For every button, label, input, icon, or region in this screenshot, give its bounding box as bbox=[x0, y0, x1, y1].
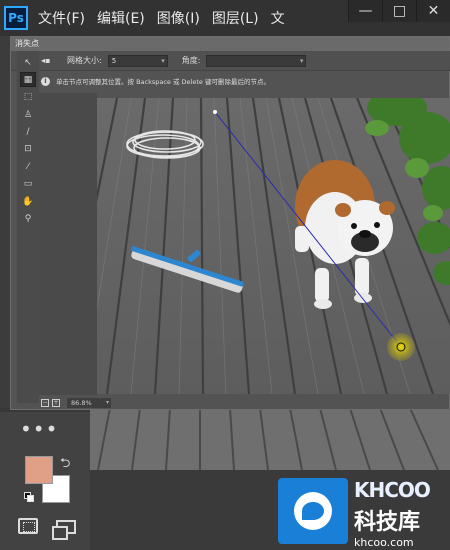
grid-size-value: 5 bbox=[111, 56, 117, 65]
dialog-title: 消失点 bbox=[11, 37, 449, 51]
transform-tool-icon[interactable]: ⊡ bbox=[20, 141, 36, 156]
watermark-cn: 科技库 bbox=[354, 510, 421, 535]
grid-size-label: 网格大小: bbox=[67, 56, 102, 65]
vp-toolbar: ↖ ▦ ⬚ ♙ ∕ ⊡ ⁄ ▭ ✋ ⚲ bbox=[17, 51, 39, 403]
zoom-level: 86.8% bbox=[71, 398, 92, 407]
chevron-down-icon: ▾ bbox=[161, 56, 165, 65]
screen-mode-icon[interactable] bbox=[52, 520, 76, 540]
zoom-tool-icon[interactable]: ⚲ bbox=[20, 211, 36, 226]
options-bar: ◂▪ 网格大小: 5 ▾ 角度: ▾ bbox=[11, 51, 450, 71]
quick-mask-icon[interactable] bbox=[18, 518, 38, 534]
photoshop-window: Ps 文件(F) 编辑(E) 图像(I) 图层(L) 文 — □ ✕ ••• ⮌ bbox=[0, 0, 450, 550]
info-icon: i bbox=[41, 76, 50, 86]
measure-tool-icon[interactable]: ▭ bbox=[20, 176, 36, 191]
zoom-level-field[interactable]: 86.8% ▾ bbox=[67, 397, 111, 408]
stamp-tool-icon[interactable]: ♙ bbox=[20, 107, 36, 122]
brush-tool-icon[interactable]: ∕ bbox=[20, 124, 36, 139]
status-bar: − + 86.8% ▾ bbox=[41, 396, 450, 409]
edit-plane-tool-icon[interactable]: ↖ bbox=[20, 55, 36, 70]
eyedropper-tool-icon[interactable]: ⁄ bbox=[20, 159, 36, 174]
grid-size-field[interactable]: 5 ▾ bbox=[107, 54, 168, 67]
menu-edit[interactable]: 编辑(E) bbox=[97, 8, 145, 28]
menu-text[interactable]: 文 bbox=[271, 8, 285, 28]
chevron-down-icon: ▾ bbox=[105, 398, 109, 406]
window-controls: — □ ✕ bbox=[348, 0, 450, 24]
zoom-out-button[interactable]: − bbox=[41, 398, 49, 407]
minimize-button[interactable]: — bbox=[348, 0, 382, 22]
watermark-logo-icon bbox=[278, 478, 348, 544]
watermark-brand: KHCOO bbox=[354, 478, 431, 502]
angle-label: 角度: bbox=[181, 56, 201, 65]
maximize-button[interactable]: □ bbox=[382, 0, 416, 22]
background-deck-image bbox=[90, 408, 450, 470]
info-bar: i 单击节点可调整其位置。按 Backspace 或 Delete 键可删除最后… bbox=[41, 73, 450, 89]
menu-file[interactable]: 文件(F) bbox=[38, 8, 85, 28]
vp-canvas[interactable] bbox=[97, 98, 450, 394]
zoom-in-button[interactable]: + bbox=[52, 398, 60, 407]
foreground-color-swatch[interactable] bbox=[25, 456, 53, 484]
menu-image[interactable]: 图像(I) bbox=[157, 8, 200, 28]
menu-bar: Ps 文件(F) 编辑(E) 图像(I) 图层(L) 文 — □ ✕ bbox=[0, 0, 450, 36]
default-colors-icon[interactable] bbox=[24, 492, 34, 502]
ps-document-canvas bbox=[90, 408, 450, 470]
marquee-tool-icon[interactable]: ⬚ bbox=[20, 89, 36, 104]
deck-dog-photo bbox=[97, 98, 450, 394]
plane-options-icon: ◂▪ bbox=[41, 55, 51, 65]
vanishing-point-dialog: 消失点 ◂▪ 网格大小: 5 ▾ 角度: ▾ i 单击节点可调整其位置。按 Ba… bbox=[10, 36, 450, 410]
close-button[interactable]: ✕ bbox=[416, 0, 450, 22]
swap-colors-icon[interactable]: ⮌ bbox=[60, 454, 70, 476]
create-plane-tool-icon[interactable]: ▦ bbox=[20, 72, 36, 87]
more-tools-icon[interactable]: ••• bbox=[20, 419, 58, 439]
angle-field[interactable]: ▾ bbox=[206, 54, 307, 67]
watermark-url: khcoo.com bbox=[354, 536, 414, 549]
info-text: 单击节点可调整其位置。按 Backspace 或 Delete 键可删除最后的节… bbox=[56, 78, 270, 86]
photoshop-logo-icon: Ps bbox=[4, 6, 28, 30]
menu-layer[interactable]: 图层(L) bbox=[212, 8, 259, 28]
watermark: KHCOO 科技库 khcoo.com bbox=[354, 478, 431, 549]
hand-tool-icon[interactable]: ✋ bbox=[20, 194, 36, 209]
chevron-down-icon: ▾ bbox=[299, 56, 304, 65]
canvas-margin bbox=[39, 93, 97, 395]
